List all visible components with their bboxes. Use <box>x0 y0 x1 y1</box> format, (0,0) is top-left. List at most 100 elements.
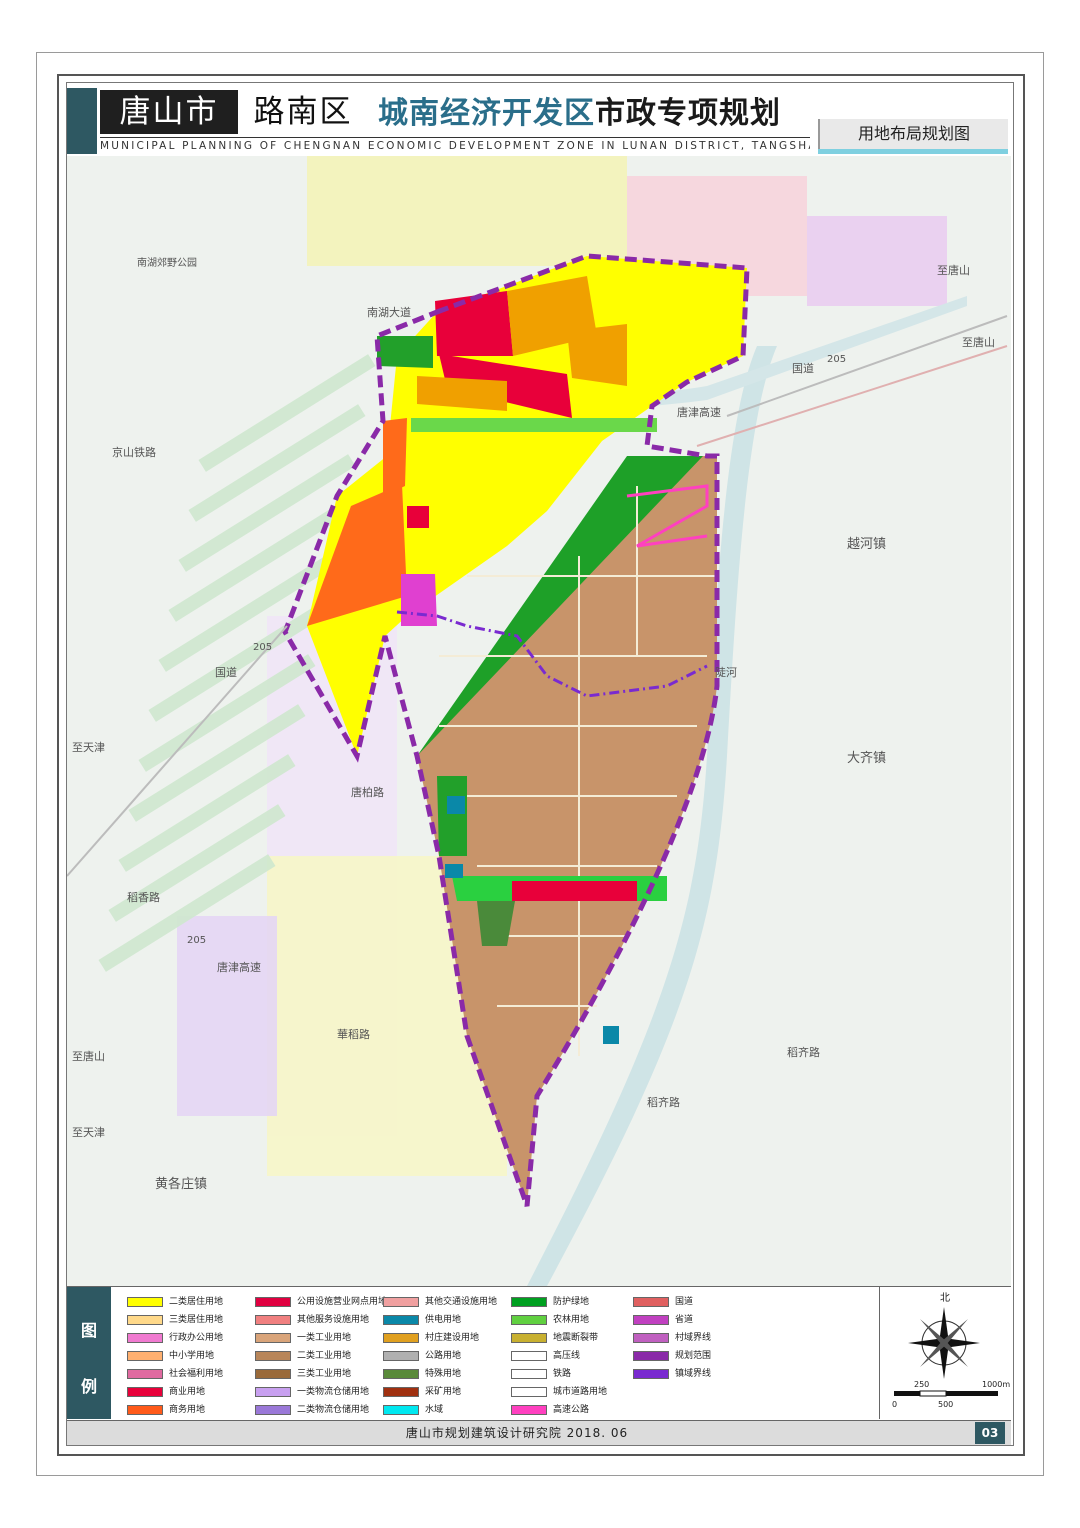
legend-label: 中小学用地 <box>169 1351 215 1361</box>
legend-swatch <box>127 1315 163 1325</box>
to-tianjin-label-2: 至天津 <box>72 1126 105 1139</box>
scale-0: 0 <box>892 1400 897 1409</box>
daqi-town-label: 大齐镇 <box>847 750 886 766</box>
douhe-label: 陡河 <box>715 666 737 679</box>
context-block-w <box>177 916 277 1116</box>
legend-label: 防护绿地 <box>553 1297 590 1307</box>
legend-swatch <box>383 1297 419 1307</box>
legend-label: 镇域界线 <box>675 1369 712 1379</box>
scale-bar-3 <box>946 1391 998 1396</box>
legend-swatch <box>511 1333 547 1343</box>
legend-label: 铁路 <box>553 1369 572 1379</box>
tangjin-expressway-label-1: 唐津高速 <box>677 405 721 419</box>
legend-swatch <box>383 1405 419 1415</box>
page-number: 03 <box>975 1422 1005 1444</box>
plan-title-zone: 城南经济开发区 <box>378 96 595 131</box>
legend-label: 特殊用地 <box>425 1369 462 1379</box>
legend-swatch <box>127 1405 163 1415</box>
legend: 图 例 二类居住用地 三类居住用地 行政办公用地 中小学用地 社会福利用地 商业用地 商务用… <box>67 1286 1011 1419</box>
utility-power-2 <box>603 1026 619 1044</box>
legend-label: 三类工业用地 <box>297 1369 352 1379</box>
guodao-label-2: 国道 <box>215 665 237 679</box>
zone-commercial-3 <box>407 506 429 528</box>
scale-500: 500 <box>938 1400 953 1409</box>
huanggezhuang-town-label: 黄各庄镇 <box>155 1176 207 1192</box>
daoqi-road-label-1: 稻齐路 <box>647 1095 680 1109</box>
legend-swatch <box>633 1369 669 1379</box>
map-canvas: 南湖郊野公园 南湖大道 京山铁路 至唐山 至唐山 至唐山 205 205 205… <box>67 156 1011 1286</box>
legend-label: 一类工业用地 <box>297 1333 352 1343</box>
zone-business-west2 <box>383 418 407 496</box>
district-title: 路南区 <box>253 94 353 130</box>
legend-swatch <box>511 1387 547 1397</box>
zone-green-nw <box>377 336 433 368</box>
plan-title-plan: 市政专项规划 <box>595 96 781 131</box>
scale-bar-1 <box>894 1391 920 1396</box>
legend-swatch <box>127 1351 163 1361</box>
to-tangshan-label-2: 至唐山 <box>962 335 995 349</box>
road-nanhu-label: 南湖大道 <box>367 305 411 319</box>
legend-swatch <box>511 1405 547 1415</box>
footer: 唐山市规划建筑设计研究院 2018. 06 03 <box>67 1420 1011 1445</box>
compass-graphic: 北 250 1000m 0 500 <box>892 1292 1010 1409</box>
legend-label: 二类工业用地 <box>297 1351 352 1361</box>
legend-swatch <box>255 1333 291 1343</box>
legend-label: 公用设施营业网点用地 <box>297 1297 388 1307</box>
legend-swatch <box>511 1369 547 1379</box>
legend-label: 省道 <box>675 1315 694 1325</box>
zone-village-3 <box>567 324 627 386</box>
tangjin-expressway-label-2: 唐津高速 <box>217 960 261 974</box>
rail-jingshan-label: 京山铁路 <box>112 445 156 459</box>
daoxiang-road-label: 稻香路 <box>127 891 160 904</box>
legend-label: 其他交通设施用地 <box>425 1297 498 1307</box>
plan-title: 城南经济开发区市政专项规划 <box>378 92 781 136</box>
zone-green-band <box>411 418 657 432</box>
legend-tag: 图 例 <box>67 1287 111 1419</box>
legend-swatch <box>255 1297 291 1307</box>
g205-label-3: 205 <box>187 935 206 946</box>
legend-swatch <box>127 1387 163 1397</box>
legend-label: 城市道路用地 <box>553 1387 608 1397</box>
legend-label: 村庄建设用地 <box>425 1333 480 1343</box>
legend-label: 高压线 <box>553 1351 581 1361</box>
legend-swatch <box>383 1315 419 1325</box>
legend-label: 二类居住用地 <box>169 1297 224 1307</box>
scale-250: 250 <box>914 1380 929 1389</box>
city-title: 唐山市 <box>100 90 238 134</box>
legend-swatch <box>383 1351 419 1361</box>
scale-1000: 1000m <box>982 1380 1010 1389</box>
legend-label: 农林用地 <box>553 1315 590 1325</box>
legend-label: 二类物流仓储用地 <box>297 1405 370 1415</box>
guodao-label-1: 国道 <box>792 361 814 375</box>
huadao-road-label: 華稻路 <box>337 1028 370 1041</box>
legend-swatch <box>255 1351 291 1361</box>
park-label: 南湖郊野公园 <box>137 256 197 269</box>
legend-tag-bottom: 例 <box>80 1377 97 1396</box>
legend-label: 国道 <box>675 1297 694 1307</box>
to-tianjin-label-1: 至天津 <box>72 741 105 754</box>
legend-swatch <box>633 1333 669 1343</box>
legend-label: 其他服务设施用地 <box>297 1315 370 1325</box>
utility-power-1 <box>447 796 465 814</box>
legend-swatch <box>383 1387 419 1397</box>
zone-green-west <box>437 776 467 856</box>
land-use-map[interactable]: 南湖郊野公园 南湖大道 京山铁路 至唐山 至唐山 至唐山 205 205 205… <box>67 156 1011 1286</box>
legend-label: 商务用地 <box>169 1405 206 1415</box>
legend-label: 一类物流仓储用地 <box>297 1387 370 1397</box>
zone-administrative <box>401 574 437 626</box>
legend-swatch <box>255 1387 291 1397</box>
context-block-n <box>307 156 627 266</box>
utility-power-3 <box>445 864 463 878</box>
legend-swatch <box>255 1315 291 1325</box>
legend-label: 三类居住用地 <box>169 1315 224 1325</box>
legend-swatch <box>511 1351 547 1361</box>
legend-swatch <box>633 1297 669 1307</box>
legend-label: 规划范围 <box>675 1351 712 1361</box>
legend-swatch <box>383 1369 419 1379</box>
compass-scale: 北 250 1000m 0 500 <box>879 1287 1011 1419</box>
legend-label: 供电用地 <box>425 1315 462 1325</box>
context-block-ne2 <box>807 216 947 306</box>
legend-swatch <box>127 1297 163 1307</box>
legend-swatch <box>127 1333 163 1343</box>
legend-swatch <box>383 1333 419 1343</box>
